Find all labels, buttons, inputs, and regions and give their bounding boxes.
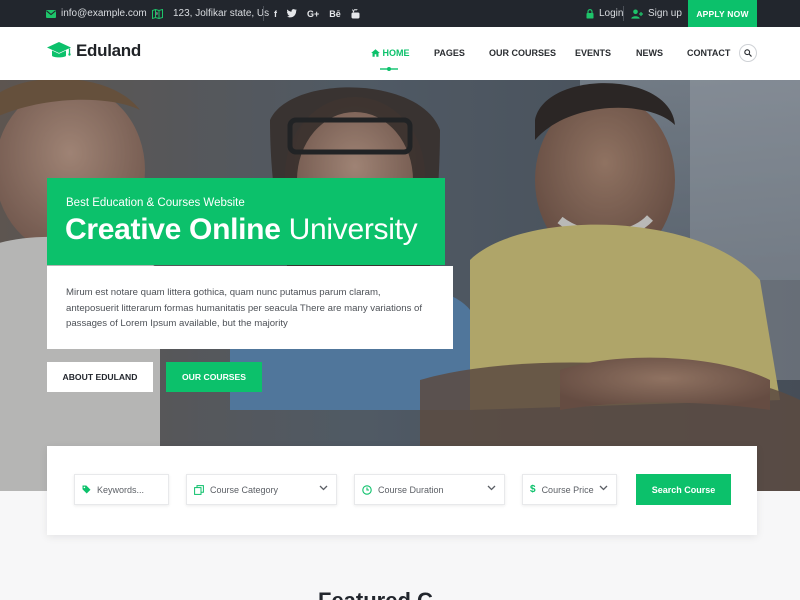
hero-headline-box: Best Education & Courses Website Creativ…: [47, 178, 445, 265]
google-plus-icon[interactable]: G+: [307, 9, 319, 19]
search-course-button[interactable]: Search Course: [636, 474, 731, 505]
course-price-select[interactable]: $ Course Price: [522, 474, 617, 505]
search-icon: [744, 49, 752, 57]
hero-subtitle: Best Education & Courses Website: [66, 197, 245, 209]
chevron-down-icon: [599, 485, 608, 491]
duration-label: Course Duration: [378, 484, 444, 495]
copy-icon: [194, 484, 204, 495]
nav-item-our-courses[interactable]: OUR COURSES: [489, 48, 556, 58]
divider: [623, 6, 624, 21]
brand-name: Eduland: [76, 41, 141, 60]
hero-title-light: University: [288, 213, 418, 246]
nav-item-events[interactable]: EVENTS: [575, 48, 611, 58]
address-contact: 123, Jolfikar state, Us: [152, 0, 269, 27]
category-label: Course Category: [210, 484, 279, 495]
nav-item-contact[interactable]: CONTACT: [687, 48, 730, 58]
user-plus-icon: [631, 9, 643, 19]
page: info@example.com 123, Jolfikar state, Us…: [0, 0, 800, 600]
featured-section-heading: Featured C: [318, 588, 433, 600]
clock-icon: [362, 484, 372, 495]
active-nav-indicator: [380, 67, 398, 71]
login-label: Login: [599, 8, 624, 19]
about-eduland-button[interactable]: ABOUT EDULAND: [47, 362, 153, 392]
hero-title: Creative Online University: [65, 213, 418, 247]
tag-icon: [82, 485, 91, 494]
hero-description: Mirum est notare quam littera gothica, q…: [47, 266, 453, 349]
main-header: Eduland HOME PAGES OUR COURSES EVENTS NE…: [0, 27, 800, 80]
email-text: info@example.com: [61, 8, 147, 19]
nav-item-news[interactable]: NEWS: [636, 48, 663, 58]
signup-link[interactable]: Sign up: [631, 0, 682, 27]
envelope-icon: [46, 9, 56, 18]
hero-section: Best Education & Courses Website Creativ…: [0, 80, 800, 491]
price-label: Course Price: [541, 484, 594, 495]
our-courses-button[interactable]: OUR COURSES: [166, 362, 262, 392]
login-link[interactable]: Login: [586, 0, 623, 27]
map-icon: [152, 8, 163, 19]
twitter-icon[interactable]: [287, 9, 297, 18]
address-text: 123, Jolfikar state, Us: [173, 8, 270, 19]
home-icon: [371, 49, 380, 59]
youtube-icon[interactable]: [351, 8, 360, 19]
social-links: f G+ Bē: [274, 0, 360, 27]
divider: [263, 6, 264, 21]
keywords-input[interactable]: Keywords...: [74, 474, 169, 505]
behance-icon[interactable]: Bē: [329, 9, 341, 19]
course-duration-select[interactable]: Course Duration: [354, 474, 505, 505]
lock-icon: [586, 8, 594, 18]
facebook-icon[interactable]: f: [274, 9, 277, 19]
chevron-down-icon: [319, 485, 328, 491]
dollar-icon: $: [530, 484, 536, 495]
keywords-placeholder: Keywords...: [97, 484, 145, 495]
nav-item-pages[interactable]: PAGES: [434, 48, 465, 58]
signup-label: Sign up: [648, 8, 682, 19]
top-bar: info@example.com 123, Jolfikar state, Us…: [0, 0, 800, 27]
nav-item-home[interactable]: HOME: [371, 48, 410, 59]
header-search-button[interactable]: [739, 44, 757, 62]
course-category-select[interactable]: Course Category: [186, 474, 337, 505]
email-contact[interactable]: info@example.com: [46, 0, 147, 27]
logo[interactable]: Eduland: [46, 41, 141, 61]
nav-label: HOME: [382, 48, 410, 58]
apply-now-button[interactable]: APPLY NOW: [688, 0, 757, 27]
hero-title-bold: Creative Online: [65, 213, 281, 246]
graduation-cap-icon: [47, 42, 71, 58]
chevron-down-icon: [487, 485, 496, 491]
